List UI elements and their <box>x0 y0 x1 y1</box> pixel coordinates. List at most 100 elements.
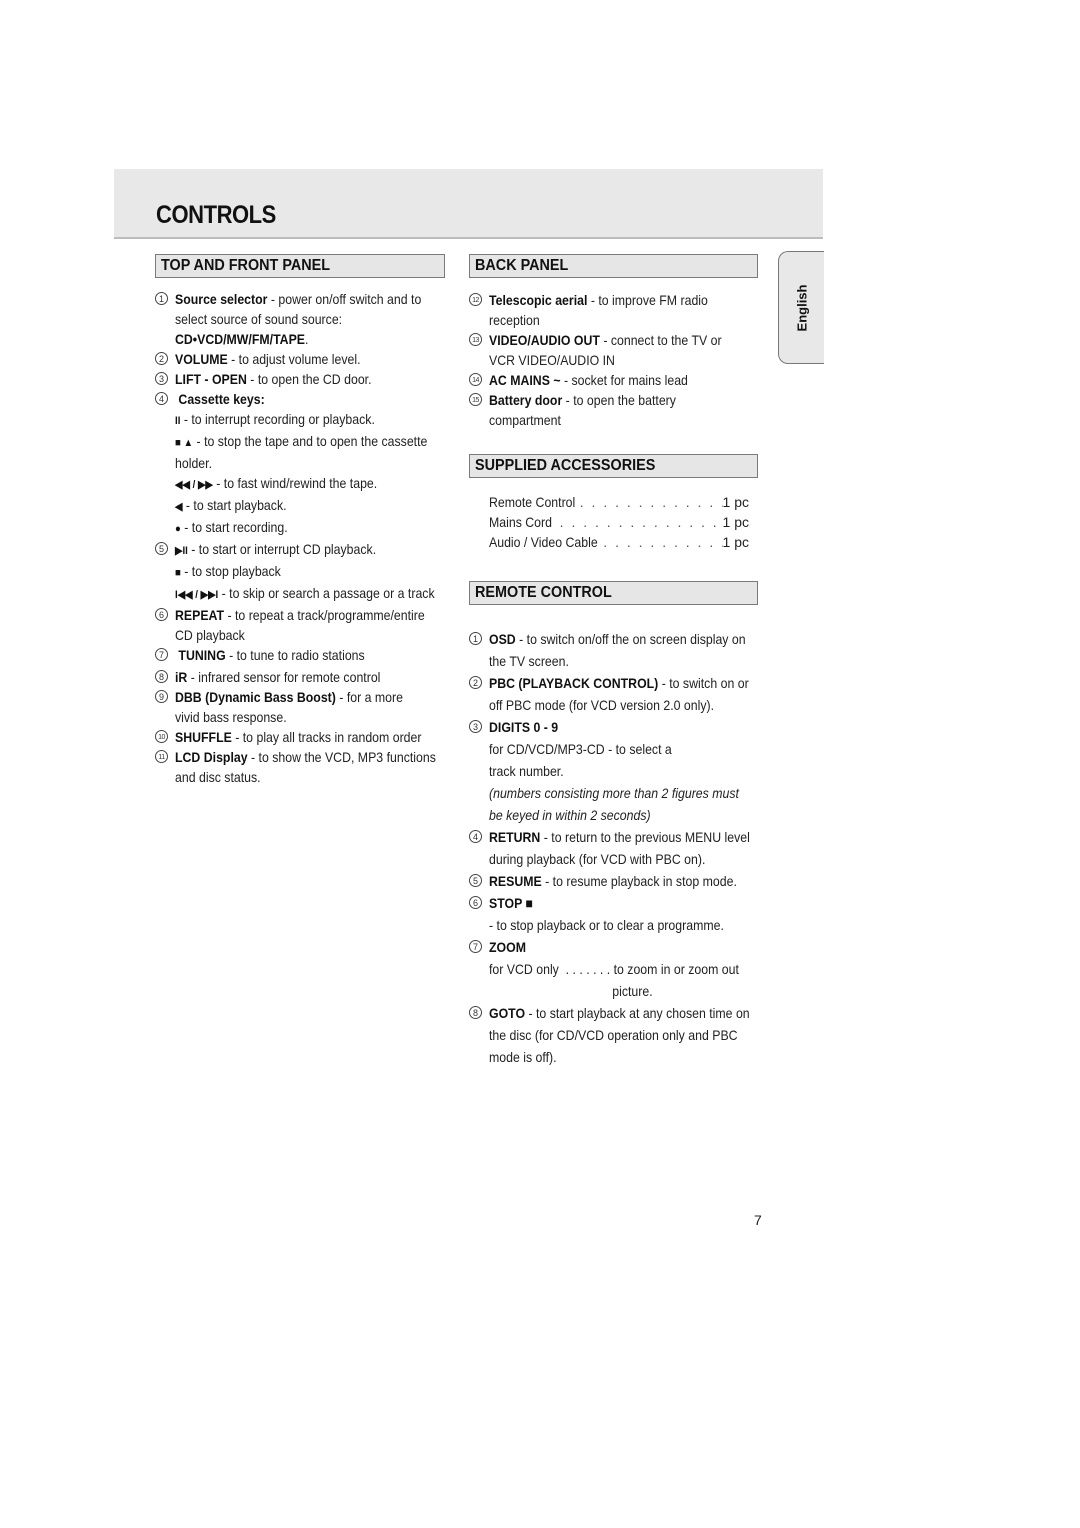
item-term: LIFT - OPEN <box>175 371 247 387</box>
item-term: Source selector <box>175 291 268 307</box>
item-number-badge: 3 <box>469 720 482 733</box>
item-number-badge: 6 <box>469 896 482 909</box>
item-term: DBB (Dynamic Bass Boost) <box>175 689 336 705</box>
item-term: AC MAINS ~ <box>489 372 561 388</box>
accessory-row: . . . . . . . . . . . . . . . . . . . Rem… <box>489 492 749 512</box>
list-item: 7 TUNING - to tune to radio stations <box>155 645 455 665</box>
item-desc: - to start or interrupt CD playback. <box>187 541 377 557</box>
item-number-badge: 13 <box>469 333 482 346</box>
list-item: 3 LIFT - OPEN - to open the CD door. <box>155 369 455 389</box>
item-term: TUNING <box>178 647 226 663</box>
list-item: 2 PBC (PLAYBACK CONTROL) - to switch on o… <box>469 672 769 694</box>
item-note: be keyed in within 2 seconds) <box>489 807 651 823</box>
item-term: GOTO <box>489 1005 526 1021</box>
item-desc: - to start playback. <box>182 497 287 513</box>
item-number-badge: 1 <box>469 632 482 645</box>
heading-text: REMOTE CONTROL <box>475 584 612 601</box>
punct: . <box>305 331 309 347</box>
cd-key-stop: ■ - to stop playback <box>155 561 455 583</box>
item-desc: - connect to the TV or <box>599 332 722 348</box>
list-item: 5 ▶II - to start or interrupt CD playback… <box>155 539 455 561</box>
item-number-badge: 11 <box>155 750 168 763</box>
accessory-name: Mains Cord <box>489 512 558 532</box>
item-term: Cassette keys: <box>178 391 265 407</box>
cassette-key-record: ● - to start recording. <box>155 517 455 539</box>
list-item-cont: select source of sound source: <box>155 309 455 329</box>
list-item: 10 SHUFFLE - to play all tracks in random… <box>155 727 455 747</box>
item-desc: compartment <box>489 412 561 428</box>
item-desc: picture. <box>489 983 653 999</box>
item-desc: VCR VIDEO/AUDIO IN <box>489 352 615 368</box>
play-pause-icon: ▶II <box>175 545 188 557</box>
cassette-key-wind: ◀◀ / ▶▶ - to fast wind/rewind the tape. <box>155 473 455 495</box>
item-number-badge: 5 <box>469 874 482 887</box>
page-title: CONTROLS <box>156 201 276 229</box>
item-number-badge: 5 <box>155 542 168 555</box>
cassette-key-stop-eject: ■ ▲ - to stop the tape and to open the c… <box>155 431 455 453</box>
list-item: 4 RETURN - to return to the previous MENU… <box>469 826 769 848</box>
item-desc: - to interrupt recording or playback. <box>180 411 375 427</box>
item-number-badge: 9 <box>155 690 168 703</box>
item-desc: during playback (for VCD with PBC on). <box>489 851 706 867</box>
item-desc: mode is off). <box>489 1049 557 1065</box>
back-panel-list: 12 Telescopic aerial - to improve FM radi… <box>469 290 769 430</box>
list-item: 4 Cassette keys: <box>155 389 455 409</box>
list-item-cont: CD•VCD/MW/FM/TAPE. <box>155 329 455 349</box>
item-desc: - for a more <box>335 689 403 705</box>
item-desc: vivid bass response. <box>175 709 287 725</box>
item-number-badge: 15 <box>469 393 482 406</box>
item-number-badge: 7 <box>469 940 482 953</box>
item-term: Battery door <box>489 392 563 408</box>
item-desc: - to open the battery <box>562 392 676 408</box>
list-item-cont: the disc (for CD/VCD operation only and … <box>469 1024 769 1046</box>
top-front-panel-list: 1 Source selector - power on/off switch a… <box>155 289 455 787</box>
list-item-note: be keyed in within 2 seconds) <box>469 804 769 826</box>
item-number-badge: 2 <box>469 676 482 689</box>
item-number-badge: 4 <box>155 392 168 405</box>
item-desc: - to resume playback in stop mode. <box>541 873 737 889</box>
item-desc: - to show the VCD, MP3 functions <box>247 749 436 765</box>
list-item-cont: track number. <box>469 760 769 782</box>
item-desc: holder. <box>175 455 213 471</box>
item-number-badge: 14 <box>469 373 482 386</box>
accessory-qty: 1 pc <box>722 532 749 552</box>
list-item: 14 AC MAINS ~ - socket for mains lead <box>469 370 769 390</box>
list-item: 11 LCD Display - to show the VCD, MP3 fun… <box>155 747 455 767</box>
item-desc: track number. <box>489 763 564 779</box>
item-desc: for VCD only . . . . . . . to zoom in or… <box>489 961 739 977</box>
item-desc: - infrared sensor for remote control <box>187 669 381 685</box>
item-desc: for CD/VCD/MP3-CD - to select a <box>489 741 672 757</box>
list-item-cont: CD playback <box>155 625 455 645</box>
item-desc: - to repeat a track/programme/entire <box>224 607 425 623</box>
accessory-qty: 1 pc <box>722 492 749 512</box>
item-desc: - to start recording. <box>180 519 288 535</box>
list-item-cont: for VCD only . . . . . . . to zoom in or… <box>469 958 769 980</box>
item-desc: - to switch on or <box>658 675 749 691</box>
item-desc: - to stop playback or to clear a program… <box>489 917 724 933</box>
item-desc: reception <box>489 312 540 328</box>
item-desc: - to return to the previous MENU level <box>540 829 750 845</box>
item-term: PBC (PLAYBACK CONTROL) <box>489 675 659 691</box>
item-term: OSD <box>489 631 516 647</box>
item-term: SHUFFLE <box>175 729 232 745</box>
language-tab-label: English <box>794 284 809 331</box>
item-term: REPEAT <box>175 607 225 623</box>
list-item-cont: compartment <box>469 410 769 430</box>
remote-control-list: 1 OSD - to switch on/off the on screen di… <box>469 628 769 1068</box>
accessory-name: Remote Control <box>489 492 581 512</box>
language-tab[interactable]: English <box>778 251 824 364</box>
list-item: 9 DBB (Dynamic Bass Boost) - for a more <box>155 687 455 707</box>
accessory-row: . . . . . . . . . . . . . . . . . . . . … <box>489 512 749 532</box>
item-desc: - to fast wind/rewind the tape. <box>212 475 378 491</box>
list-item-cont: the TV screen. <box>469 650 769 672</box>
list-item: 6 STOP ■ <box>469 892 769 914</box>
item-desc: the disc (for CD/VCD operation only and … <box>489 1027 738 1043</box>
item-term: VIDEO/AUDIO OUT <box>489 332 600 348</box>
list-item-cont: holder. <box>155 453 455 473</box>
list-item-cont: picture. <box>469 980 769 1002</box>
list-item-cont: vivid bass response. <box>155 707 455 727</box>
item-number-badge: 2 <box>155 352 168 365</box>
item-desc: - to start playback at any chosen time o… <box>525 1005 750 1021</box>
list-item: 3 DIGITS 0 - 9 <box>469 716 769 738</box>
list-item-cont: off PBC mode (for VCD version 2.0 only). <box>469 694 769 716</box>
